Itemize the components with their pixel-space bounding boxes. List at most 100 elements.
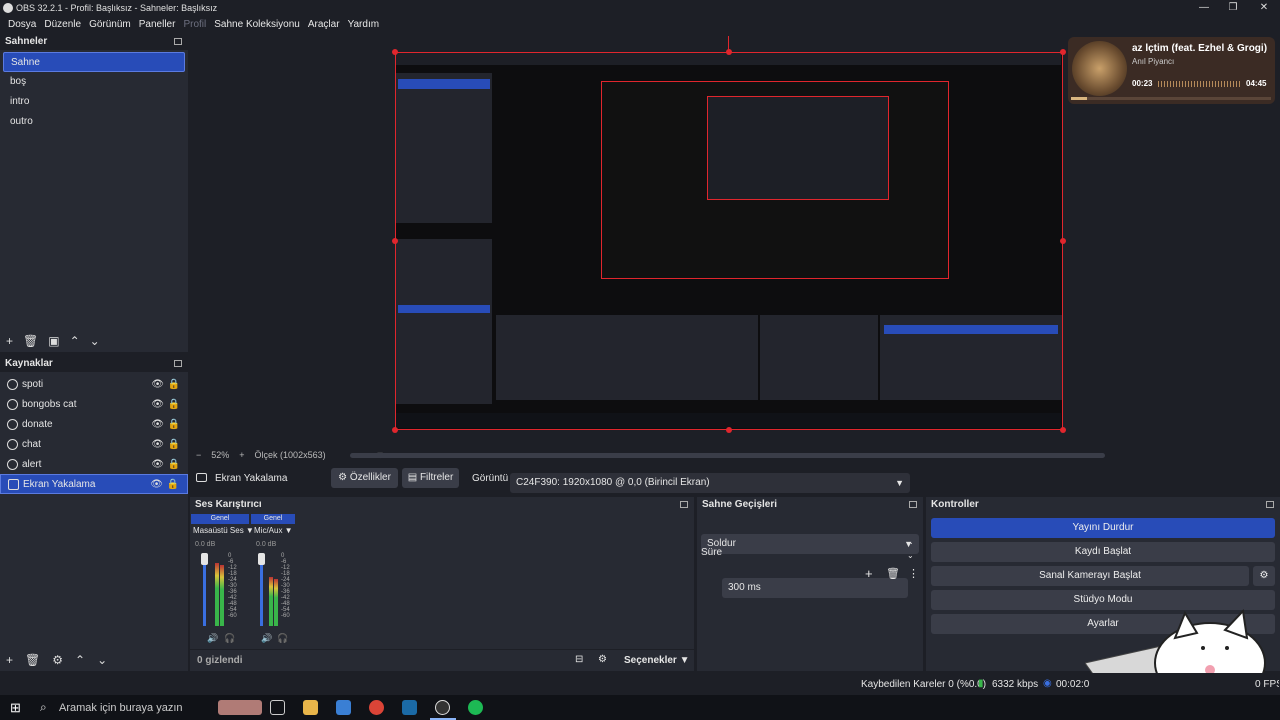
mail-icon[interactable] [336,700,351,715]
scene-item[interactable]: outro [3,112,185,132]
up-icon[interactable]: ⌃ [75,653,85,667]
menu-edit[interactable]: Düzenle [44,19,81,30]
channel-name[interactable]: Mic/Aux ▼ [254,526,293,535]
menu-view[interactable]: Görünüm [89,19,131,30]
stop-streaming-button[interactable]: Yayını Durdur [931,518,1275,538]
source-row[interactable]: chat 👁 🔒 [0,434,188,454]
eye-icon[interactable]: 👁 [151,379,164,390]
menu-tools[interactable]: Araçlar [308,19,340,30]
more-icon[interactable]: ⋮ [908,567,919,580]
gear-icon[interactable]: ⚙ [598,654,607,665]
eye-icon[interactable]: 👁 [151,399,164,410]
add-icon[interactable]: + [865,566,873,581]
lock-icon[interactable]: 🔒 [167,479,179,490]
add-icon[interactable]: + [6,334,13,348]
menu-file[interactable]: Dosya [8,19,36,30]
chrome-icon[interactable] [369,700,384,715]
float-icon[interactable] [174,38,182,45]
resize-handle[interactable] [726,49,732,55]
resize-handle[interactable] [392,427,398,433]
studio-mode-button[interactable]: Stüdyo Modu [931,590,1275,610]
level-meter [215,563,219,626]
rotation-line [728,36,729,50]
headphones-icon[interactable]: 🎧 [224,633,235,644]
resize-handle[interactable] [392,49,398,55]
trash-icon[interactable]: 🗑 [886,567,900,580]
fader-knob[interactable] [258,553,265,565]
resize-handle[interactable] [1060,427,1066,433]
eye-icon[interactable]: 👁 [150,479,163,490]
start-virtual-camera-button[interactable]: Sanal Kamerayı Başlat [931,566,1249,586]
nested-mixer [496,315,758,400]
minimize-button[interactable]: — [1188,0,1220,16]
fader-knob[interactable] [201,553,208,565]
gear-icon[interactable]: ⚙ [1253,566,1275,586]
eye-icon[interactable]: 👁 [151,419,164,430]
speaker-icon[interactable]: 🔊 [207,633,218,644]
resize-handle[interactable] [1060,238,1066,244]
trash-icon[interactable]: 🗑 [23,334,38,348]
source-row[interactable]: donate 👁 🔒 [0,414,188,434]
task-view-icon[interactable] [270,700,285,715]
steam-icon[interactable] [402,700,417,715]
add-icon[interactable]: + [6,653,13,667]
resize-handle[interactable] [726,427,732,433]
filter-icon[interactable]: ▣ [48,334,59,348]
filters-button[interactable]: ▤ Filtreler [402,468,459,488]
menu-docks[interactable]: Paneller [139,19,176,30]
float-icon[interactable] [909,501,917,508]
channel-name[interactable]: Masaüstü Ses ▼ [193,526,254,535]
source-row[interactable]: spoti 👁 🔒 [0,374,188,394]
scene-item[interactable]: Sahne [3,52,185,72]
lock-icon[interactable]: 🔒 [168,459,180,470]
scene-item[interactable]: boş [3,72,185,92]
lock-icon[interactable]: 🔒 [168,379,180,390]
up-icon[interactable]: ⌃ [70,334,80,348]
layout-icon[interactable]: ⊟ [575,654,583,665]
windows-start-icon[interactable]: ⊞ [10,700,21,716]
taskbar-search[interactable]: Aramak için buraya yazın [59,702,183,714]
resize-handle[interactable] [392,238,398,244]
trash-icon[interactable]: 🗑 [25,653,40,667]
source-label: alert [22,458,42,470]
display-select[interactable]: C24F390: 1920x1080 @ 0,0 (Birincil Ekran… [510,473,910,493]
headphones-icon[interactable]: 🎧 [277,633,288,644]
scene-item[interactable]: intro [3,92,185,112]
menu-profile[interactable]: Profil [183,19,206,30]
search-highlight-icon[interactable] [218,700,262,715]
file-explorer-icon[interactable] [303,700,318,715]
speaker-icon[interactable]: 🔊 [261,633,272,644]
menu-scene-collection[interactable]: Sahne Koleksiyonu [214,19,300,30]
close-button[interactable]: ✕ [1248,0,1280,16]
menu-help[interactable]: Yardım [348,19,380,30]
maximize-button[interactable]: ❐ [1217,0,1249,16]
source-row[interactable]: bongobs cat 👁 🔒 [0,394,188,414]
duration-input[interactable]: 300 ms [722,578,908,598]
lock-icon[interactable]: 🔒 [168,419,180,430]
preview-scrollbar[interactable] [350,453,1105,458]
gear-icon[interactable]: ⚙ [52,653,63,667]
options-button[interactable]: Seçenekler ▼ [624,655,690,666]
eye-icon[interactable]: 👁 [151,459,164,470]
start-recording-button[interactable]: Kaydı Başlat [931,542,1275,562]
eye-icon[interactable]: 👁 [151,439,164,450]
source-row[interactable]: alert 👁 🔒 [0,454,188,474]
lock-icon[interactable]: 🔒 [168,439,180,450]
obs-icon[interactable] [435,700,450,715]
lock-icon[interactable]: 🔒 [168,399,180,410]
search-icon[interactable]: ⌕ [40,700,47,715]
spotify-icon[interactable] [468,700,483,715]
properties-button[interactable]: ⚙ Özellikler [331,468,398,488]
float-icon[interactable] [174,360,182,367]
stepper-icon[interactable]: ⌃ ⌄ [907,541,914,561]
float-icon[interactable] [680,501,688,508]
resize-handle[interactable] [1060,49,1066,55]
zoom-in-button[interactable]: + [239,450,244,460]
zoom-out-button[interactable]: − [196,450,201,460]
down-icon[interactable]: ⌄ [90,334,100,348]
source-row[interactable]: Ekran Yakalama 👁 🔒 [0,474,188,494]
down-icon[interactable]: ⌄ [97,653,107,667]
transition-select[interactable]: Soldur ▼ [701,534,919,554]
preview-canvas[interactable] [395,52,1063,430]
float-icon[interactable] [1266,501,1274,508]
